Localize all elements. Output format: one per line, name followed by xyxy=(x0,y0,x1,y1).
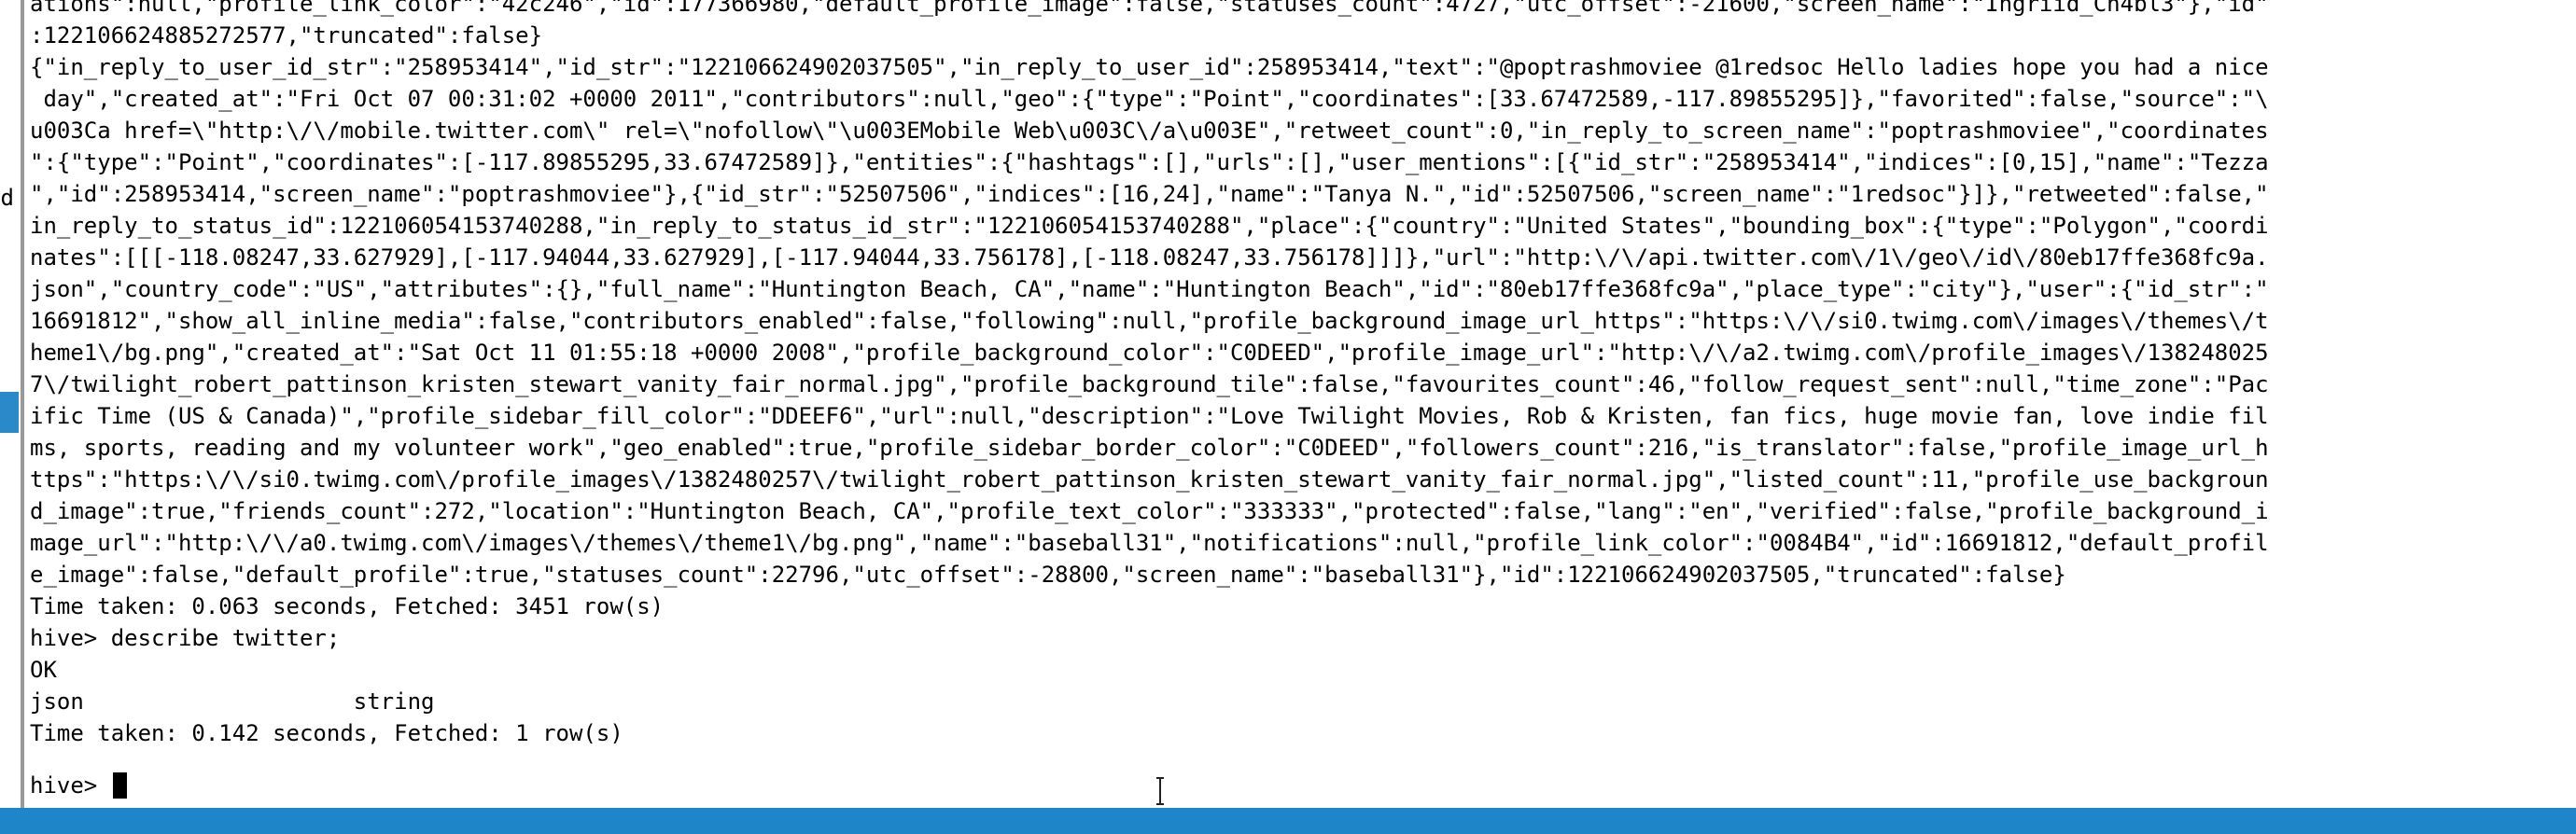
terminal-line: Time taken: 0.142 seconds, Fetched: 1 ro… xyxy=(30,720,623,746)
terminal-line: d_image":true,"friends_count":272,"locat… xyxy=(30,498,2269,524)
terminal-line: ms, sports, reading and my volunteer wor… xyxy=(30,435,2269,461)
terminal-line: 7\/twilight_robert_pattinson_kristen_ste… xyxy=(30,371,2269,397)
background-window-text-fragment: id xyxy=(0,185,14,211)
terminal-line: in_reply_to_status_id":12210605415374028… xyxy=(30,213,2269,239)
terminal-line: mage_url":"http:\/\/a0.twimg.com\/images… xyxy=(30,530,2269,556)
terminal-line: json","country_code":"US","attributes":{… xyxy=(30,276,2269,302)
terminal-line: json string xyxy=(30,688,435,715)
terminal-line: :122106624885272577,"truncated":false} xyxy=(30,22,543,49)
terminal-line: Time taken: 0.063 seconds, Fetched: 3451… xyxy=(30,593,665,619)
terminal-output: ations":null,"profile_link_color":"42c24… xyxy=(30,0,2550,749)
terminal-line: hive> describe twitter; xyxy=(30,625,341,651)
terminal-line: u003Ca href=\"http:\/\/mobile.twitter.co… xyxy=(30,118,2269,144)
terminal-line: ttps":"https:\/\/si0.twimg.com\/profile_… xyxy=(30,466,2269,493)
ibeam-cursor-icon xyxy=(1156,777,1164,805)
terminal-line: e_image":false,"default_profile":true,"s… xyxy=(30,562,2066,588)
terminal-window[interactable]: ations":null,"profile_link_color":"42c24… xyxy=(24,0,2576,808)
terminal-line: ","id":258953414,"screen_name":"poptrash… xyxy=(30,181,2269,207)
background-window-edge: id " xyxy=(0,0,24,808)
terminal-line: ations":null,"profile_link_color":"42c24… xyxy=(30,0,2269,17)
terminal-line: ":{"type":"Point","coordinates":[-117.89… xyxy=(30,149,2269,175)
terminal-line: 16691812","show_all_inline_media":false,… xyxy=(30,308,2269,334)
text-cursor xyxy=(112,772,127,799)
terminal-line: {"in_reply_to_user_id_str":"258953414","… xyxy=(30,54,2269,80)
command-prompt-line[interactable]: hive> xyxy=(30,770,127,801)
background-window-tab[interactable] xyxy=(0,392,19,433)
terminal-line: day","created_at":"Fri Oct 07 00:31:02 +… xyxy=(30,86,2269,112)
terminal-line: heme1\/bg.png","created_at":"Sat Oct 11 … xyxy=(30,340,2269,366)
desktop: { "terminal": { "lines": [ "ations\":nul… xyxy=(0,0,2576,834)
hive-prompt: hive> xyxy=(30,772,111,799)
terminal-line: ific Time (US & Canada)","profile_sideba… xyxy=(30,403,2269,429)
taskbar xyxy=(0,808,2576,834)
terminal-line: nates":[[[-118.08247,33.627929],[-117.94… xyxy=(30,244,2269,271)
terminal-line: OK xyxy=(30,657,57,683)
